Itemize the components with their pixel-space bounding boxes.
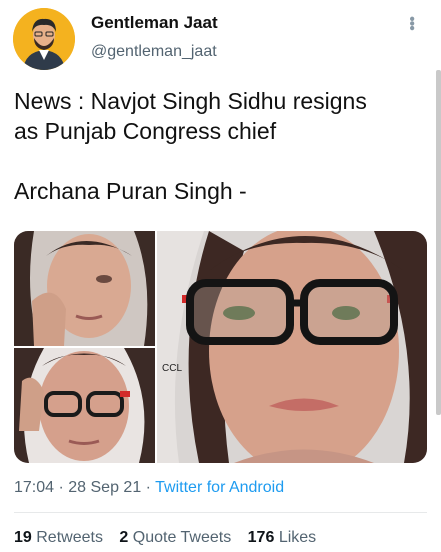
quotes-label: Quote Tweets: [132, 529, 232, 546]
media-grid[interactable]: CCL: [14, 231, 427, 463]
meta-separator: ·: [141, 479, 156, 496]
scrollbar[interactable]: [436, 70, 441, 415]
retweets-stat[interactable]: 19 Retweets: [14, 529, 103, 546]
photo-bottom-left[interactable]: [14, 348, 155, 463]
divider: [14, 512, 427, 513]
photo-main[interactable]: [157, 231, 427, 463]
engagement-stats: 19 Retweets 2 Quote Tweets 176 Likes: [14, 529, 316, 547]
watermark-label: CCL: [162, 363, 182, 374]
avatar[interactable]: [13, 8, 75, 70]
tweet-text: News : Navjot Singh Sidhu resigns as Pun…: [14, 88, 367, 204]
author-name[interactable]: Gentleman Jaat: [91, 13, 218, 33]
photo-top-left[interactable]: [14, 231, 155, 346]
quotes-count: 2: [119, 529, 129, 546]
retweets-label: Retweets: [36, 529, 103, 546]
likes-stat[interactable]: 176 Likes: [248, 529, 317, 546]
likes-count: 176: [247, 529, 275, 546]
tweet-time[interactable]: 17:04: [14, 479, 54, 496]
likes-label: Likes: [278, 529, 317, 546]
tweet-date[interactable]: 28 Sep 21: [68, 479, 141, 496]
tweet-meta: 17:04 · 28 Sep 21 · Twitter for Android: [14, 479, 284, 497]
meta-separator: ·: [54, 479, 69, 496]
retweets-count: 19: [14, 529, 32, 546]
tweet-source-link[interactable]: Twitter for Android: [155, 479, 284, 496]
more-options-icon[interactable]: •••: [403, 16, 420, 30]
author-handle[interactable]: @gentleman_jaat: [91, 43, 217, 61]
avatar-illustration: [13, 8, 75, 70]
quote-tweets-stat[interactable]: 2 Quote Tweets: [119, 529, 231, 546]
